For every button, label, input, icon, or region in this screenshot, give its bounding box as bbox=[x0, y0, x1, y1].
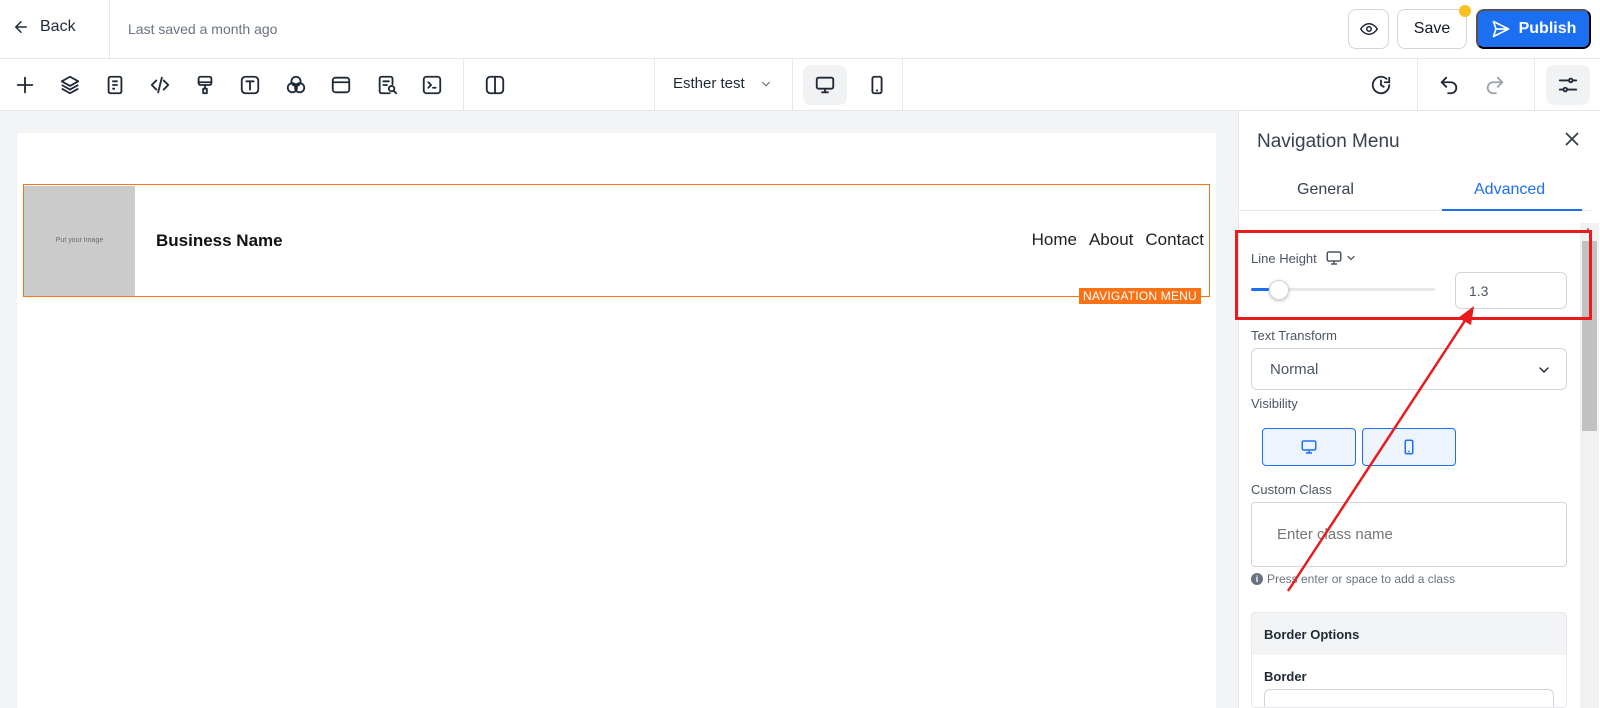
toolbar-divider bbox=[902, 59, 903, 110]
text-transform-value: Normal bbox=[1270, 360, 1319, 378]
add-element-button[interactable] bbox=[11, 71, 39, 99]
brush-icon bbox=[197, 75, 213, 95]
panel-tabs: General Advanced bbox=[1239, 169, 1591, 211]
toolbar-divider bbox=[463, 59, 464, 110]
nav-link-contact[interactable]: Contact bbox=[1145, 230, 1204, 250]
plus-icon bbox=[16, 76, 34, 94]
active-tab-indicator bbox=[1442, 209, 1582, 211]
business-name[interactable]: Business Name bbox=[156, 231, 283, 251]
layers-icon bbox=[60, 75, 80, 95]
visibility-desktop-toggle[interactable] bbox=[1262, 428, 1356, 466]
settings-button[interactable] bbox=[1546, 65, 1590, 105]
history-button[interactable] bbox=[1367, 71, 1395, 99]
chevron-down-icon bbox=[761, 81, 770, 87]
desktop-view-button[interactable] bbox=[803, 65, 847, 105]
image-placeholder[interactable]: Put your Image bbox=[24, 185, 135, 296]
toolbar-divider bbox=[792, 59, 793, 110]
color-circles-icon bbox=[286, 75, 306, 94]
styles-button[interactable] bbox=[191, 71, 219, 99]
top-bar: Back Last saved a month ago Save Publish bbox=[0, 0, 1600, 59]
undo-icon bbox=[1440, 76, 1458, 95]
seo-button[interactable] bbox=[373, 71, 401, 99]
mobile-icon bbox=[871, 75, 883, 95]
arrow-left-icon bbox=[15, 21, 27, 33]
custom-class-label: Custom Class bbox=[1251, 482, 1332, 497]
text-transform-label: Text Transform bbox=[1251, 328, 1337, 343]
saved-status: Last saved a month ago bbox=[128, 21, 278, 37]
properties-panel: Navigation Menu General Advanced ▲ Line … bbox=[1235, 111, 1600, 708]
nav-links: Home About Contact bbox=[1032, 230, 1204, 250]
terminal-icon bbox=[422, 75, 442, 95]
sections-button[interactable] bbox=[327, 71, 355, 99]
back-button[interactable]: Back bbox=[12, 18, 76, 36]
text-transform-select[interactable]: Normal bbox=[1251, 348, 1567, 390]
tab-advanced[interactable]: Advanced bbox=[1474, 181, 1545, 199]
chevron-down-icon bbox=[1539, 367, 1549, 373]
toolbar-divider bbox=[1534, 59, 1535, 110]
tab-general[interactable]: General bbox=[1297, 181, 1354, 199]
pages-button[interactable] bbox=[101, 71, 129, 99]
image-placeholder-label: Put your Image bbox=[55, 237, 104, 244]
desktop-icon bbox=[1301, 440, 1317, 454]
page-canvas[interactable]: Put your Image Business Name Home About … bbox=[17, 133, 1216, 708]
visibility-mobile-toggle[interactable] bbox=[1362, 428, 1456, 466]
history-icon bbox=[1371, 75, 1391, 95]
mobile-view-button[interactable] bbox=[855, 65, 899, 105]
navigation-menu-element[interactable]: Put your Image Business Name Home About … bbox=[23, 184, 1210, 297]
section-icon bbox=[331, 76, 351, 94]
redo-icon bbox=[1486, 76, 1504, 95]
unsaved-indicator bbox=[1459, 5, 1471, 17]
layers-button[interactable] bbox=[56, 71, 84, 99]
pages-icon bbox=[107, 75, 123, 95]
panel-title: Navigation Menu bbox=[1257, 131, 1400, 152]
publish-label: Publish bbox=[1518, 20, 1577, 37]
custom-code-button[interactable] bbox=[146, 71, 174, 99]
preview-button[interactable] bbox=[1348, 9, 1389, 49]
custom-class-hint: i Press enter or space to add a class bbox=[1251, 572, 1455, 586]
visibility-label: Visibility bbox=[1251, 396, 1298, 411]
custom-class-hint-text: Press enter or space to add a class bbox=[1267, 572, 1456, 586]
sliders-icon bbox=[1558, 77, 1578, 93]
split-view-button[interactable] bbox=[481, 71, 509, 99]
border-options-header[interactable]: Border Options bbox=[1252, 613, 1566, 655]
info-icon: i bbox=[1251, 573, 1263, 585]
text-icon bbox=[240, 75, 260, 95]
toolbar-divider bbox=[1417, 59, 1418, 110]
tracking-code-button[interactable] bbox=[418, 71, 446, 99]
toolbar-divider bbox=[654, 59, 655, 110]
page-selector[interactable]: Esther test bbox=[673, 75, 773, 92]
undo-button[interactable] bbox=[1435, 71, 1463, 99]
custom-class-input[interactable] bbox=[1251, 502, 1567, 567]
split-view-icon bbox=[485, 75, 505, 95]
close-icon[interactable] bbox=[1561, 128, 1583, 150]
seo-search-icon bbox=[378, 75, 398, 95]
typography-button[interactable] bbox=[236, 71, 264, 99]
page-selector-label: Esther test bbox=[673, 75, 745, 92]
publish-button[interactable]: Publish bbox=[1476, 9, 1591, 49]
editor-toolbar: Esther test bbox=[0, 59, 1600, 111]
nav-link-home[interactable]: Home bbox=[1032, 230, 1077, 250]
send-icon bbox=[1492, 20, 1509, 38]
divider bbox=[109, 0, 110, 58]
colors-button[interactable] bbox=[282, 71, 310, 99]
annotation-highlight-box bbox=[1235, 230, 1592, 320]
code-icon bbox=[150, 76, 170, 94]
back-label: Back bbox=[40, 18, 76, 35]
border-options-section: Border Options Border bbox=[1251, 612, 1567, 708]
element-type-tag: NAVIGATION MENU bbox=[1079, 288, 1201, 304]
nav-link-about[interactable]: About bbox=[1089, 230, 1133, 250]
mobile-icon bbox=[1404, 439, 1414, 455]
border-select[interactable] bbox=[1264, 689, 1554, 707]
redo-button[interactable] bbox=[1481, 71, 1509, 99]
desktop-icon bbox=[815, 76, 835, 94]
save-button[interactable]: Save bbox=[1397, 9, 1467, 49]
border-label: Border bbox=[1264, 669, 1307, 684]
eye-icon bbox=[1359, 22, 1378, 36]
